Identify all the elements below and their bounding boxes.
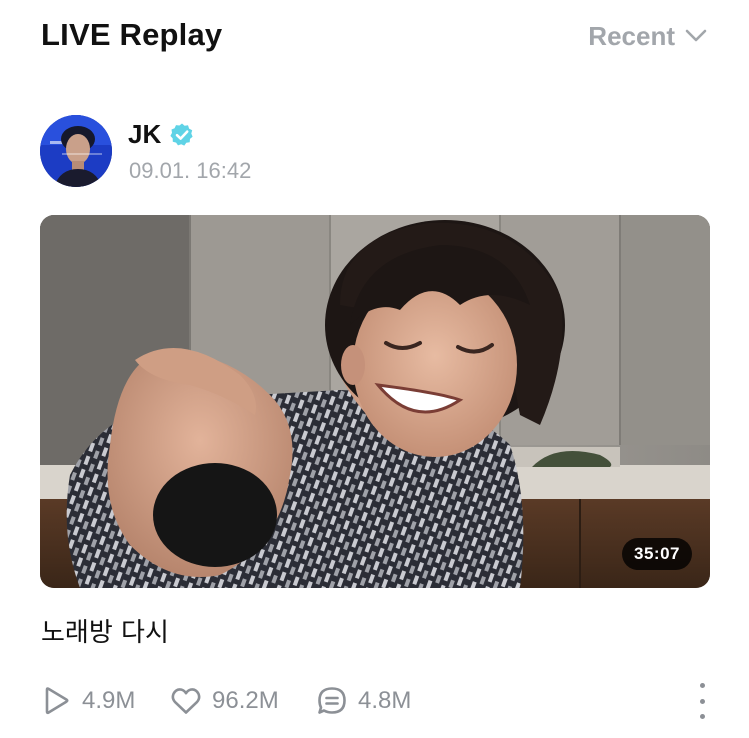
video-thumbnail[interactable]: 35:07	[40, 215, 710, 588]
chevron-down-icon	[685, 29, 707, 43]
comments-count: 4.8M	[358, 687, 412, 714]
verified-badge-icon	[169, 122, 195, 148]
page-title: LIVE Replay	[41, 17, 223, 52]
post-author-row: JK 09.01. 16:42	[40, 115, 709, 189]
heart-icon	[170, 685, 202, 717]
plays-count: 4.9M	[82, 687, 136, 714]
sort-dropdown[interactable]: Recent	[588, 18, 707, 54]
likes-stat[interactable]: 96.2M	[170, 681, 279, 721]
post-stats-row: 4.9M 96.2M 4.8M	[40, 681, 710, 721]
author-name-text: JK	[128, 119, 162, 149]
post-title[interactable]: 노래방 다시	[41, 612, 169, 649]
page-header: LIVE Replay Recent	[0, 0, 749, 80]
comments-stat[interactable]: 4.8M	[316, 681, 411, 721]
more-dot-icon	[699, 683, 705, 688]
more-dot-icon	[699, 698, 705, 704]
avatar[interactable]	[40, 115, 112, 187]
comment-icon	[316, 685, 348, 717]
likes-count: 96.2M	[212, 687, 279, 714]
post-timestamp: 09.01. 16:42	[129, 158, 252, 183]
more-dot-icon	[699, 714, 705, 719]
play-icon	[40, 685, 72, 717]
video-duration-badge: 35:07	[622, 538, 692, 570]
more-options-button[interactable]	[694, 683, 710, 719]
author-name[interactable]: JK	[128, 119, 195, 150]
sort-label: Recent	[588, 20, 675, 51]
plays-stat: 4.9M	[40, 681, 135, 721]
